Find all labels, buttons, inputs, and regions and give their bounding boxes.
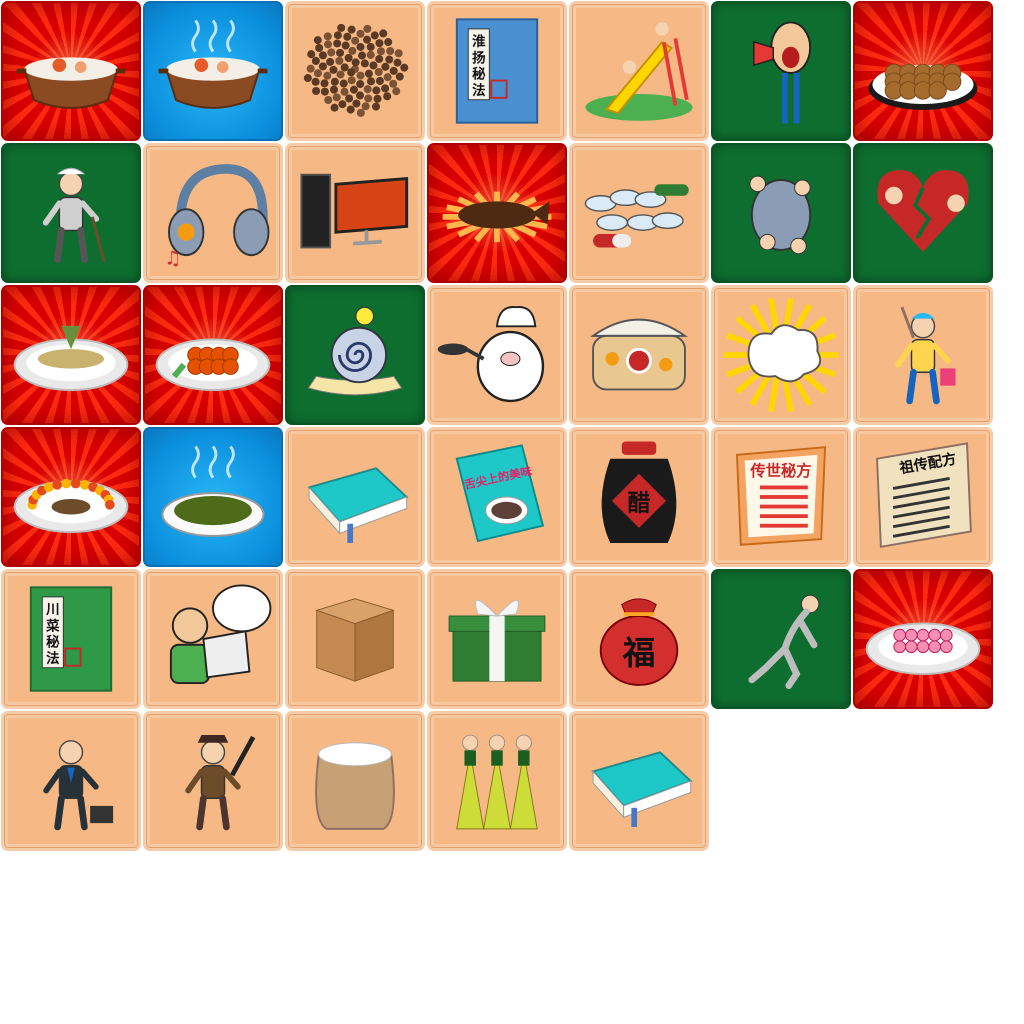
tile-pig-chef[interactable] — [427, 285, 567, 425]
tile-teal-book[interactable] — [569, 711, 709, 851]
tile-shouting-man-megaphone[interactable] — [711, 1, 851, 141]
svg-text:醋: 醋 — [628, 490, 651, 516]
playground-slide-icon — [585, 22, 693, 121]
tile-fortune-bag[interactable]: 福 — [569, 569, 709, 709]
fish-platter-icon — [13, 325, 129, 391]
dessert-platter-icon — [865, 622, 981, 675]
tile-tired-walking-man[interactable] — [711, 569, 851, 709]
desktop-computer-icon — [300, 173, 409, 249]
tile-gift-box[interactable] — [427, 569, 567, 709]
clay-pot-soup-icon — [16, 57, 126, 109]
tile-vinegar-jar[interactable]: 醋 — [569, 427, 709, 567]
tile-flour-sack[interactable] — [285, 711, 425, 851]
old-man-cane-icon — [42, 167, 106, 264]
sichuan-recipe-book-icon: 川菜秘法 — [29, 586, 113, 692]
braised-meatballs-icon — [868, 63, 978, 110]
tile-desktop-computer[interactable] — [285, 143, 425, 283]
headphones-icon: ♫ — [164, 164, 270, 270]
rice-cooker-icon — [590, 318, 688, 391]
snail-icon — [307, 306, 403, 396]
tile-playground-slide[interactable] — [569, 1, 709, 141]
cardboard-box-icon — [315, 598, 395, 682]
tile-headphones[interactable]: ♫ — [143, 143, 283, 283]
tile-grid: 淮扬秘法 ♫ 舌尖上的美味醋传世秘方 祖传配方川菜秘法福 — [0, 0, 1000, 860]
shouting-man-megaphone-icon — [753, 21, 812, 124]
tile-secret-formula-scroll[interactable]: 祖传配方 — [853, 427, 993, 567]
svg-text:福: 福 — [622, 634, 656, 672]
cleaning-explosion-icon — [723, 297, 839, 413]
teal-book-icon — [591, 751, 693, 827]
svg-text:传世秘方: 传世秘方 — [749, 462, 811, 480]
security-guard-icon — [185, 735, 256, 831]
pills-capsules-icon — [584, 184, 689, 248]
tile-huaiyang-recipe-book[interactable]: 淮扬秘法 — [427, 1, 567, 141]
tile-three-dolls[interactable] — [427, 711, 567, 851]
fortune-bag-icon: 福 — [599, 598, 679, 686]
svg-text:秘: 秘 — [46, 634, 60, 651]
tile-teal-book[interactable] — [285, 427, 425, 567]
peppercorns-icon — [303, 23, 409, 117]
teal-book-icon — [307, 467, 409, 543]
tile-seaweed-soup[interactable] — [143, 427, 283, 567]
svg-text:扬: 扬 — [472, 49, 485, 66]
tile-pills-capsules[interactable] — [569, 143, 709, 283]
vinegar-jar-icon: 醋 — [601, 441, 677, 543]
tile-clay-pot-soup[interactable] — [1, 1, 141, 141]
tile-cleaning-explosion[interactable] — [711, 285, 851, 425]
secret-formula-scroll-icon: 祖传配方 — [876, 442, 972, 548]
huaiyang-recipe-book-icon: 淮扬秘法 — [455, 18, 539, 124]
tile-man-at-computer[interactable] — [143, 569, 283, 709]
tile-broken-heart-couple[interactable] — [853, 143, 993, 283]
svg-text:川: 川 — [45, 602, 59, 618]
tile-cleaning-lady[interactable] — [853, 285, 993, 425]
three-dolls-icon — [456, 734, 538, 830]
tile-security-guard[interactable] — [143, 711, 283, 851]
tile-cardboard-box[interactable] — [285, 569, 425, 709]
tile-taste-of-china-book[interactable]: 舌尖上的美味 — [427, 427, 567, 567]
tile-peacock-fish-platter[interactable] — [1, 427, 141, 567]
flour-sack-icon — [315, 742, 395, 830]
heirloom-recipe-scroll-icon: 传世秘方 — [735, 446, 827, 546]
taste-of-china-book-icon: 舌尖上的美味 — [455, 444, 545, 543]
svg-text:♫: ♫ — [164, 247, 181, 270]
businessman-briefcase-icon — [43, 740, 114, 831]
tile-heirloom-recipe-scroll[interactable]: 传世秘方 — [711, 427, 851, 567]
peacock-fish-platter-icon — [13, 478, 129, 533]
man-at-computer-icon — [169, 584, 272, 684]
tile-dessert-platter[interactable] — [853, 569, 993, 709]
gift-box-icon — [448, 599, 546, 682]
svg-text:菜: 菜 — [45, 617, 60, 634]
tile-braised-meatballs[interactable] — [853, 1, 993, 141]
seaweed-soup-icon — [161, 445, 265, 537]
cleaning-lady-icon — [895, 306, 956, 405]
tile-fish-platter[interactable] — [1, 285, 141, 425]
tired-walking-man-icon — [748, 594, 820, 690]
svg-text:秘: 秘 — [472, 66, 486, 83]
pig-chef-icon — [437, 306, 545, 403]
tile-old-man-cane[interactable] — [1, 143, 141, 283]
steaming-clay-pot-icon — [158, 19, 268, 109]
tile-crowd-fight[interactable] — [711, 143, 851, 283]
broken-heart-couple-icon — [877, 170, 969, 252]
tile-sichuan-recipe-book[interactable]: 川菜秘法 — [1, 569, 141, 709]
svg-text:法: 法 — [472, 82, 485, 99]
tile-businessman-briefcase[interactable] — [1, 711, 141, 851]
svg-text:淮: 淮 — [472, 33, 486, 50]
tile-rice-cooker[interactable] — [569, 285, 709, 425]
tile-steaming-clay-pot[interactable] — [143, 1, 283, 141]
tile-braised-fish-dish[interactable] — [427, 143, 567, 283]
braised-fish-dish-icon — [442, 191, 552, 243]
sweet-sour-pork-icon — [155, 338, 271, 391]
crowd-fight-icon — [749, 175, 812, 255]
tile-snail[interactable] — [285, 285, 425, 425]
tile-sweet-sour-pork[interactable] — [143, 285, 283, 425]
svg-text:法: 法 — [46, 650, 59, 667]
tile-peppercorns[interactable] — [285, 1, 425, 141]
